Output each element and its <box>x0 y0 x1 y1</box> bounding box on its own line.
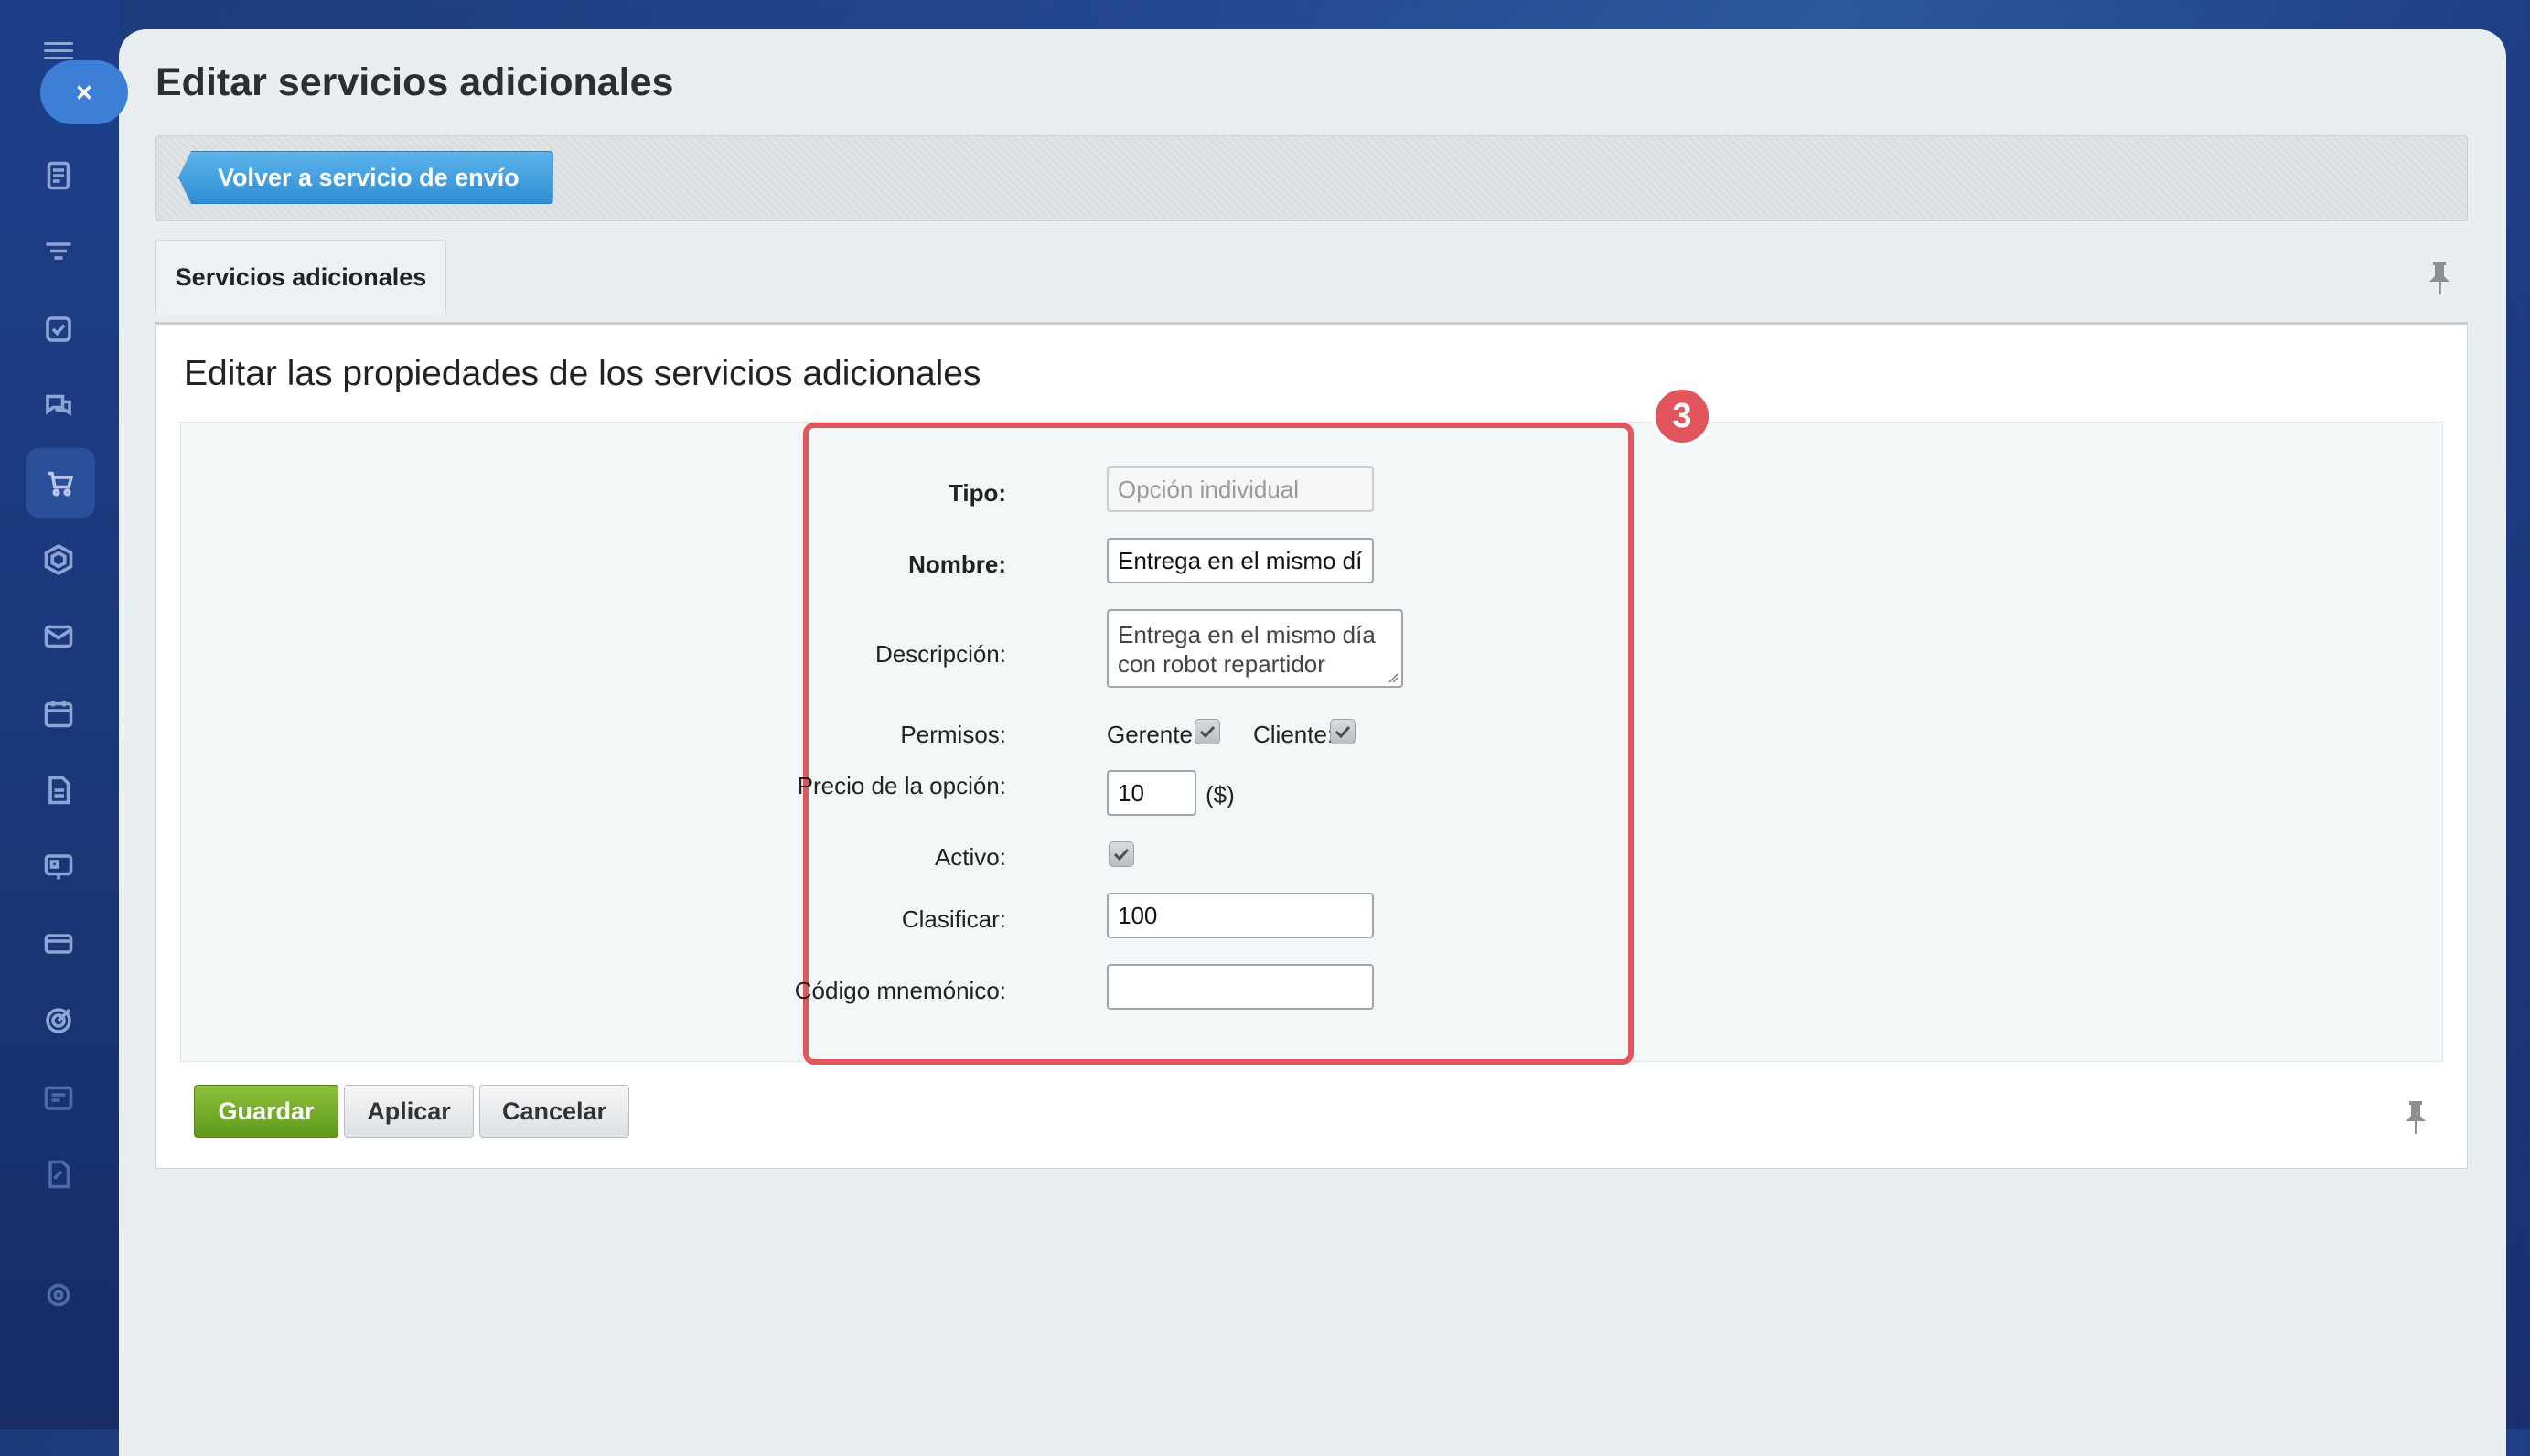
gerente-checkbox[interactable] <box>1195 719 1220 744</box>
filter-icon[interactable] <box>38 232 79 273</box>
descripcion-text: Entrega en el mismo día con robot repart… <box>1118 621 1376 678</box>
clasificar-label: Clasificar: <box>901 905 1006 933</box>
calendar-icon[interactable] <box>38 693 79 733</box>
nombre-label: Nombre: <box>908 551 1006 578</box>
gerente-label: Gerente: <box>1107 721 1200 748</box>
presentation-icon[interactable] <box>38 847 79 887</box>
clasificar-field[interactable] <box>1107 893 1374 938</box>
resize-handle-icon[interactable] <box>1388 672 1399 683</box>
codigo-field[interactable] <box>1107 964 1374 1010</box>
mail-icon[interactable] <box>38 616 79 657</box>
precio-label: Precio de la opción: <box>797 772 1006 799</box>
news-icon[interactable] <box>38 155 79 196</box>
check-icon <box>1335 725 1351 739</box>
hexagon-icon[interactable] <box>38 540 79 580</box>
cancel-button[interactable]: Cancelar <box>479 1085 629 1138</box>
descripcion-textarea[interactable]: Entrega en el mismo día con robot repart… <box>1107 609 1403 688</box>
schedule-icon[interactable] <box>38 1077 79 1118</box>
close-button[interactable] <box>40 60 128 124</box>
edit-content: Editar las propiedades de los servicios … <box>155 322 2468 1169</box>
currency-label: ($) <box>1206 781 1235 808</box>
chat-icon[interactable] <box>38 386 79 426</box>
cliente-checkbox[interactable] <box>1330 719 1356 744</box>
apply-button[interactable]: Aplicar <box>344 1085 474 1138</box>
cliente-label: Cliente: <box>1253 721 1335 748</box>
tab-servicios-adicionales[interactable]: Servicios adicionales <box>155 240 446 314</box>
check-icon <box>1199 725 1216 739</box>
tipo-field <box>1107 466 1374 512</box>
section-title: Editar las propiedades de los servicios … <box>184 354 981 393</box>
form-area: 3 Tipo: Nombre: Descripción: Entrega en … <box>180 386 2443 1065</box>
close-icon <box>77 85 91 100</box>
menu-icon[interactable] <box>44 42 73 60</box>
save-button[interactable]: Guardar <box>194 1085 338 1138</box>
codigo-label: Código mnemónico: <box>794 977 1006 1004</box>
document-icon[interactable] <box>38 770 79 810</box>
activo-label: Activo: <box>934 843 1006 871</box>
descripcion-label: Descripción: <box>874 640 1006 668</box>
edit-document-icon[interactable] <box>38 1154 79 1194</box>
back-to-delivery-button[interactable]: Volver a servicio de envío <box>178 151 553 204</box>
nombre-field[interactable] <box>1107 538 1374 583</box>
slider-panel: Editar servicios adicionales Volver a se… <box>119 29 2506 1456</box>
activo-checkbox[interactable] <box>1109 841 1134 867</box>
check-icon <box>1113 848 1130 862</box>
page-title: Editar servicios adicionales <box>155 60 674 104</box>
pin-icon[interactable] <box>2428 262 2451 294</box>
target-icon[interactable] <box>38 1001 79 1041</box>
context-toolbar: Volver a servicio de envío <box>155 135 2468 221</box>
step-badge: 3 <box>1652 386 1712 446</box>
left-sidebar <box>0 0 119 1429</box>
precio-field[interactable] <box>1107 770 1196 816</box>
cart-icon[interactable] <box>26 448 95 518</box>
card-icon[interactable] <box>38 924 79 964</box>
tipo-label: Tipo: <box>948 479 1006 507</box>
pin-icon-bottom[interactable] <box>2404 1101 2428 1134</box>
tasks-icon[interactable] <box>38 309 79 349</box>
permisos-label: Permisos: <box>900 721 1006 748</box>
settings-icon[interactable] <box>38 1275 79 1315</box>
